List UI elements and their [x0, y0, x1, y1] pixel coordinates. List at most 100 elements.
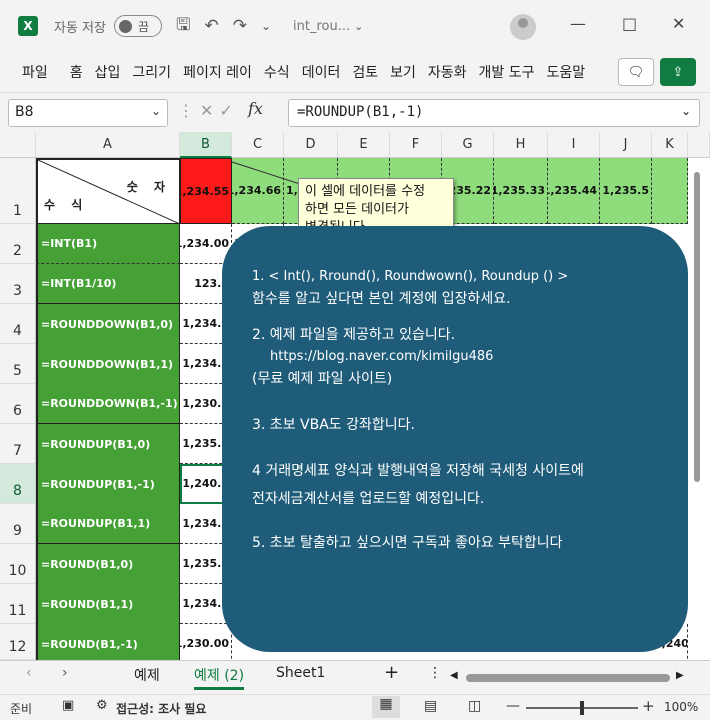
- close-icon[interactable]: ✕: [672, 14, 685, 33]
- select-all-corner[interactable]: [0, 132, 36, 158]
- zoom-level[interactable]: 100%: [664, 700, 698, 714]
- filename-chevron-icon[interactable]: ⌄: [354, 20, 363, 33]
- cell-h1[interactable]: 1,235.33: [494, 158, 548, 224]
- column-header-j[interactable]: J: [600, 132, 652, 158]
- column-header-k[interactable]: K: [652, 132, 688, 158]
- menu-view[interactable]: 보기: [390, 62, 416, 82]
- sheet-tab-1[interactable]: 예제: [134, 665, 160, 685]
- expand-formula-icon[interactable]: ⌄: [681, 104, 691, 118]
- accessibility-icon[interactable]: ⚙: [96, 698, 108, 713]
- maximize-icon[interactable]: □: [622, 14, 637, 33]
- row-header-4[interactable]: 4: [0, 304, 36, 344]
- menu-file[interactable]: 파일: [22, 62, 48, 82]
- column-header-c[interactable]: C: [232, 132, 284, 158]
- row-header-11[interactable]: 11: [0, 584, 36, 624]
- column-header-f[interactable]: F: [390, 132, 442, 158]
- quick-access-dropdown-icon[interactable]: ⌄: [261, 19, 271, 33]
- row-header-7[interactable]: 7: [0, 424, 36, 464]
- cell-a12-label[interactable]: =ROUND(B1,-1): [36, 624, 180, 660]
- row-header-8[interactable]: 8: [0, 464, 36, 504]
- row-header-12[interactable]: 12: [0, 624, 36, 660]
- menu-review[interactable]: 검토: [352, 62, 378, 82]
- row-header-5[interactable]: 5: [0, 344, 36, 384]
- tab-prev-icon[interactable]: ‹: [26, 665, 32, 681]
- hscroll-left-icon[interactable]: ◀: [450, 670, 458, 681]
- cell-a2-label[interactable]: =INT(B1): [36, 224, 180, 264]
- normal-view-icon[interactable]: ▦: [372, 696, 400, 718]
- menu-home[interactable]: 홈: [70, 62, 83, 82]
- info-p4a: 4 거래명세표 양식과 발행내역을 저장해 국세청 사이트에: [252, 463, 584, 479]
- menu-page-layout[interactable]: 페이지 레이: [183, 62, 252, 82]
- page-layout-view-icon[interactable]: ▤: [424, 698, 437, 714]
- menu-help[interactable]: 도움말: [546, 62, 585, 82]
- sheet-list-icon[interactable]: ⋮: [428, 665, 442, 681]
- menu-data[interactable]: 데이터: [302, 62, 341, 82]
- zoom-out-icon[interactable]: —: [506, 698, 520, 714]
- hscroll-right-icon[interactable]: ▶: [676, 670, 684, 681]
- sheet-tab-3[interactable]: Sheet1: [276, 665, 325, 681]
- cell-a4-label[interactable]: =ROUNDDOWN(B1,0): [36, 304, 180, 344]
- cell-a8-label[interactable]: =ROUNDUP(B1,-1): [36, 464, 180, 504]
- cancel-icon[interactable]: ✕: [200, 101, 219, 120]
- menu-automate[interactable]: 자동화: [428, 62, 467, 82]
- column-header-b[interactable]: B: [180, 132, 232, 158]
- menu-formulas[interactable]: 수식: [264, 62, 290, 82]
- column-header-a[interactable]: A: [36, 132, 180, 158]
- info-shape[interactable]: 1. < Int(), Rround(), Roundwown(), Round…: [222, 226, 688, 652]
- cell-j1[interactable]: 1,235.5: [600, 158, 652, 224]
- cell-i1[interactable]: 1,235.44: [548, 158, 600, 224]
- cell-b1[interactable]: 1,234.55: [180, 158, 232, 224]
- row-header-10[interactable]: 10: [0, 544, 36, 584]
- column-header-g[interactable]: G: [442, 132, 494, 158]
- cell-a11-label[interactable]: =ROUND(B1,1): [36, 584, 180, 624]
- cell-a3-label[interactable]: =INT(B1/10): [36, 264, 180, 304]
- horizontal-scrollbar[interactable]: [466, 674, 670, 682]
- cell-b12[interactable]: 1,230.00: [180, 624, 232, 660]
- zoom-slider-thumb[interactable]: [580, 701, 584, 715]
- add-sheet-icon[interactable]: +: [384, 662, 399, 683]
- row-header-6[interactable]: 6: [0, 384, 36, 424]
- cell-a1-header[interactable]: 숫 자 수 식: [36, 158, 180, 224]
- name-box-dropdown-icon[interactable]: ⌄: [151, 104, 161, 118]
- enter-icon[interactable]: ✓: [219, 101, 238, 120]
- insert-function-icon[interactable]: fx: [248, 99, 263, 118]
- column-header-e[interactable]: E: [338, 132, 390, 158]
- autosave-toggle[interactable]: 끔: [113, 15, 162, 37]
- formula-input[interactable]: =ROUNDUP(B1,-1) ⌄: [288, 99, 700, 127]
- cell-a7-label[interactable]: =ROUNDUP(B1,0): [36, 424, 180, 464]
- row-header-3[interactable]: 3: [0, 264, 36, 304]
- cell-a10-label[interactable]: =ROUND(B1,0): [36, 544, 180, 584]
- cell-a9-label[interactable]: =ROUNDUP(B1,1): [36, 504, 180, 544]
- row-header-2[interactable]: 2: [0, 224, 36, 264]
- cell-a6-label[interactable]: =ROUNDDOWN(B1,-1): [36, 384, 180, 424]
- column-header-i[interactable]: I: [548, 132, 600, 158]
- cell-reference: B8: [15, 104, 34, 120]
- zoom-in-icon[interactable]: +: [642, 697, 655, 715]
- cell-a5-label[interactable]: =ROUNDDOWN(B1,1): [36, 344, 180, 384]
- share-button[interactable]: ⇪: [660, 58, 696, 86]
- menu-insert[interactable]: 삽입: [95, 62, 121, 82]
- page-break-view-icon[interactable]: ◫: [468, 698, 481, 714]
- save-icon[interactable]: 🖫: [176, 12, 190, 41]
- tab-next-icon[interactable]: ›: [62, 665, 68, 681]
- minimize-icon[interactable]: —: [570, 14, 586, 33]
- info-p2c: (무료 예제 파일 사이트): [252, 371, 393, 387]
- menu-developer[interactable]: 개발 도구: [479, 62, 535, 82]
- user-avatar[interactable]: [510, 14, 536, 40]
- cell-k1[interactable]: [652, 158, 688, 224]
- macro-record-icon[interactable]: ▣: [62, 698, 74, 713]
- accessibility-status[interactable]: 접근성: 조사 필요: [116, 700, 206, 717]
- row-header-9[interactable]: 9: [0, 504, 36, 544]
- column-header-d[interactable]: D: [284, 132, 338, 158]
- row-header-1[interactable]: 1: [0, 158, 36, 224]
- name-box[interactable]: B8 ⌄: [8, 99, 168, 127]
- undo-icon[interactable]: ↶: [204, 16, 218, 36]
- title-bar: X 자동 저장 끔 🖫 ↶ ↷ ⌄ int_rou... ⌄: [0, 0, 710, 52]
- sheet-tab-2[interactable]: 예제 (2): [194, 665, 245, 690]
- column-header-h[interactable]: H: [494, 132, 548, 158]
- comments-button[interactable]: 🗨: [618, 58, 654, 86]
- vertical-scrollbar[interactable]: [694, 172, 700, 482]
- menu-draw[interactable]: 그리기: [132, 62, 171, 82]
- redo-icon[interactable]: ↷: [233, 16, 247, 36]
- file-name[interactable]: int_rou...: [293, 19, 350, 34]
